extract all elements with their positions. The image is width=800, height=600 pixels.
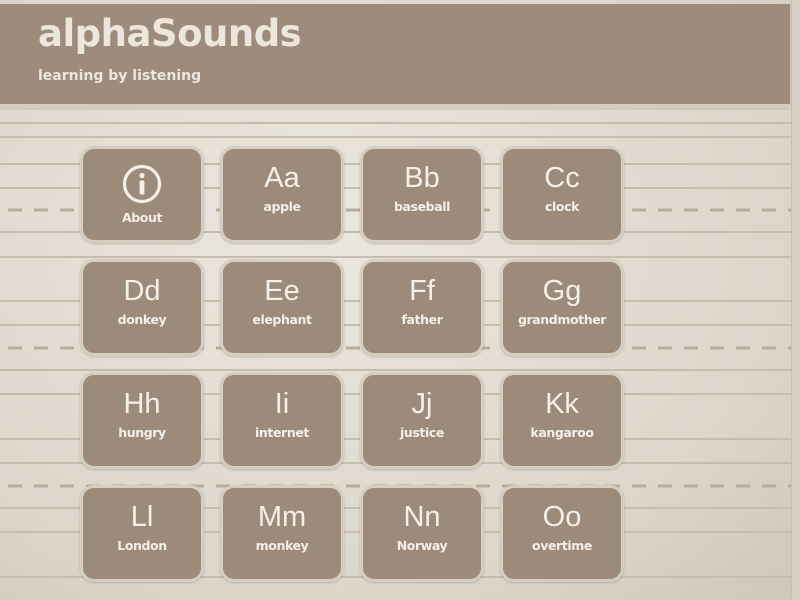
example-word: Norway	[396, 538, 448, 553]
example-word: kangaroo	[530, 425, 594, 440]
example-word: hungry	[118, 425, 166, 440]
letter-pair: Ii	[274, 388, 290, 420]
letter-pair: Nn	[403, 501, 441, 533]
example-word: monkey	[255, 538, 309, 553]
app-subtitle: learning by listening	[38, 68, 202, 84]
app-header: alphaSounds learning by listening	[0, 4, 790, 108]
letter-pair: Bb	[404, 162, 440, 194]
letter-pair: Mm	[257, 501, 307, 533]
example-word: elephant	[252, 312, 312, 327]
letter-tile-m[interactable]: Mm monkey	[220, 485, 344, 582]
example-word: grandmother	[517, 312, 607, 327]
letter-tile-d[interactable]: Dd donkey	[80, 259, 204, 356]
app-title: alphaSounds	[38, 12, 302, 55]
scrollbar[interactable]	[791, 0, 800, 600]
example-word: overtime	[532, 538, 592, 553]
about-label: About	[121, 210, 163, 225]
letter-tile-h[interactable]: Hh hungry	[80, 372, 204, 469]
letter-tile-o[interactable]: Oo overtime	[500, 485, 624, 582]
example-word: justice	[400, 425, 444, 440]
letter-pair: Oo	[542, 501, 582, 533]
example-word: London	[117, 538, 167, 553]
letter-pair: Cc	[544, 162, 580, 194]
example-word: clock	[544, 199, 579, 214]
letter-tile-g[interactable]: Gg grandmother	[500, 259, 624, 356]
letter-pair: Gg	[542, 275, 582, 307]
letter-tile-l[interactable]: Ll London	[80, 485, 204, 582]
example-word: father	[401, 312, 443, 327]
example-word: apple	[263, 199, 301, 214]
letter-pair: Aa	[264, 162, 300, 194]
info-circle-icon	[122, 164, 162, 204]
letter-tile-b[interactable]: Bb baseball	[360, 146, 484, 243]
example-word: donkey	[117, 312, 167, 327]
letter-tile-n[interactable]: Nn Norway	[360, 485, 484, 582]
letter-pair: Ff	[409, 275, 435, 307]
letter-pair: Kk	[545, 388, 579, 420]
letter-pair: Jj	[411, 388, 433, 420]
example-word: baseball	[393, 199, 451, 214]
letter-tile-a[interactable]: Aa apple	[220, 146, 344, 243]
letter-pair: Ll	[130, 501, 154, 533]
letter-tile-e[interactable]: Ee elephant	[220, 259, 344, 356]
letter-pair: Dd	[123, 275, 161, 307]
about-button[interactable]: About	[80, 146, 204, 243]
letter-tile-j[interactable]: Jj justice	[360, 372, 484, 469]
letter-pair: Hh	[123, 388, 161, 420]
letter-tile-c[interactable]: Cc clock	[500, 146, 624, 243]
letter-grid: About Aa apple Bb baseball Cc clock Dd donkey Ee…	[80, 146, 624, 582]
example-word: internet	[255, 425, 309, 440]
letter-tile-k[interactable]: Kk kangaroo	[500, 372, 624, 469]
letter-pair: Ee	[264, 275, 300, 307]
letter-tile-f[interactable]: Ff father	[360, 259, 484, 356]
letter-tile-i[interactable]: Ii internet	[220, 372, 344, 469]
